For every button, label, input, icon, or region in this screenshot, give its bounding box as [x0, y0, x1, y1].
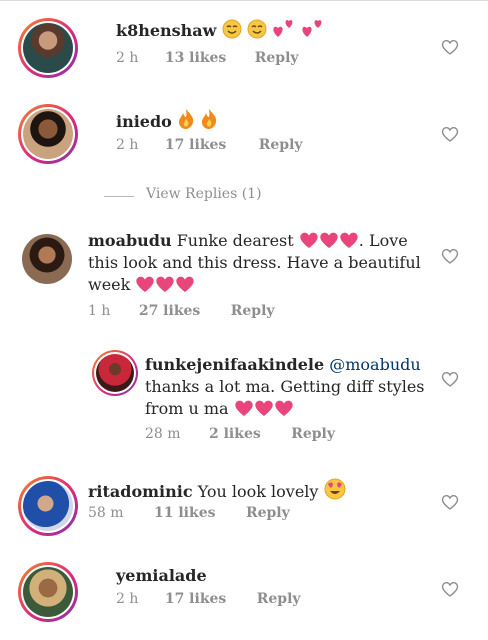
comment-text: from u ma: [145, 399, 229, 418]
comment-line: moabudu Funke dearest . Love: [88, 230, 428, 252]
likes-count[interactable]: 17 likes: [165, 137, 226, 153]
timestamp: 2 h: [116, 50, 139, 66]
avatar[interactable]: [18, 562, 78, 622]
comment-line: from u ma: [145, 398, 435, 420]
likes-count[interactable]: 2 likes: [209, 426, 261, 442]
heart-icon: [156, 276, 175, 292]
two-hearts-icon: [302, 20, 322, 37]
like-heart-icon[interactable]: [441, 581, 459, 597]
avatar[interactable]: [92, 350, 138, 396]
heart-icon: [136, 276, 155, 292]
avatar[interactable]: [18, 104, 78, 164]
comment-body: k8henshaw: [116, 17, 325, 42]
reply-button[interactable]: Reply: [291, 426, 335, 442]
reply-button[interactable]: Reply: [246, 505, 290, 521]
comment-meta: 2 h 17 likes Reply: [116, 591, 301, 607]
comment-line: thanks a lot ma. Getting diff styles: [145, 377, 425, 396]
avatar[interactable]: [22, 234, 72, 284]
avatar[interactable]: [18, 18, 78, 78]
comment-line: this look and this dress. Have a beautif…: [88, 253, 421, 272]
view-replies-label[interactable]: View Replies (1): [146, 186, 262, 202]
smiling-face-icon: [247, 19, 267, 39]
comment-text: Funke dearest: [176, 231, 294, 250]
like-heart-icon[interactable]: [441, 371, 459, 387]
comment-line: funkejenifaakindele @moabudu: [145, 354, 435, 376]
likes-count[interactable]: 17 likes: [165, 591, 226, 607]
timestamp: 2 h: [116, 591, 139, 607]
comment-body: moabudu Funke dearest . Love this look a…: [88, 230, 428, 296]
heart-icon: [176, 276, 195, 292]
mention-link[interactable]: @moabudu: [329, 355, 420, 374]
two-hearts-icon: [273, 20, 293, 37]
reply-button[interactable]: Reply: [259, 137, 303, 153]
like-heart-icon[interactable]: [441, 494, 459, 510]
username[interactable]: k8henshaw: [116, 21, 216, 40]
like-heart-icon[interactable]: [441, 248, 459, 264]
heart-icon: [254, 400, 273, 416]
username[interactable]: yemialade: [116, 566, 207, 585]
reply-button[interactable]: Reply: [255, 50, 299, 66]
smiling-face-icon: [222, 19, 242, 39]
username[interactable]: moabudu: [88, 231, 172, 250]
top-divider: [0, 0, 488, 1]
reply-button[interactable]: Reply: [231, 303, 275, 319]
username[interactable]: iniedo: [116, 112, 172, 131]
comment-body: yemialade: [116, 565, 207, 587]
reply-button[interactable]: Reply: [257, 591, 301, 607]
comment-body: ritadominic You look lovely: [88, 478, 346, 503]
comment-meta: 2 h 17 likes Reply: [116, 137, 303, 153]
username[interactable]: ritadominic: [88, 482, 193, 501]
comment-text: . Love: [358, 231, 408, 250]
view-replies-divider: [104, 196, 134, 197]
comment-text: You look lovely: [197, 482, 319, 501]
comment-line: week: [88, 274, 428, 296]
like-heart-icon[interactable]: [441, 126, 459, 142]
timestamp: 28 m: [145, 426, 181, 442]
heart-eyes-icon: [324, 478, 346, 500]
like-heart-icon[interactable]: [441, 39, 459, 55]
timestamp: 1 h: [88, 303, 111, 319]
heart-icon: [234, 400, 253, 416]
comment-body: funkejenifaakindele @moabudu thanks a lo…: [145, 354, 435, 420]
comment-meta: 58 m 11 likes Reply: [88, 505, 290, 521]
heart-icon: [300, 232, 318, 248]
likes-count[interactable]: 11 likes: [154, 505, 215, 521]
timestamp: 58 m: [88, 505, 124, 521]
fire-icon: [202, 109, 217, 129]
avatar[interactable]: [18, 476, 78, 536]
comment-meta: 2 h 13 likes Reply: [116, 50, 299, 66]
heart-icon: [340, 232, 358, 248]
likes-count[interactable]: 27 likes: [139, 303, 200, 319]
fire-icon: [178, 109, 194, 129]
likes-count[interactable]: 13 likes: [165, 50, 226, 66]
heart-icon: [274, 400, 293, 416]
comment-meta: 28 m 2 likes Reply: [145, 426, 335, 442]
comment-text: week: [88, 275, 131, 294]
comment-body: iniedo: [116, 108, 218, 133]
timestamp: 2 h: [116, 137, 139, 153]
comment-meta: 1 h 27 likes Reply: [88, 303, 275, 319]
heart-icon: [320, 232, 338, 248]
username[interactable]: funkejenifaakindele: [145, 355, 324, 374]
comments-page: k8henshaw 2 h 13 likes Reply iniedo 2 h …: [0, 0, 488, 640]
